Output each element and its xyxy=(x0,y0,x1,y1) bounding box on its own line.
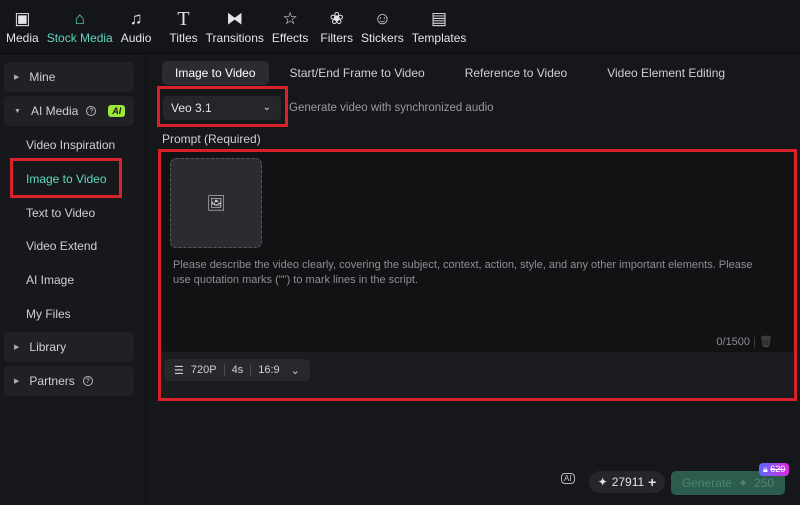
toolbar-effects[interactable]: ☆ Effects xyxy=(272,0,308,53)
tab-start-end-frame[interactable]: Start/End Frame to Video xyxy=(277,61,438,85)
main-panel: Image to Video Start/End Frame to Video … xyxy=(147,55,800,505)
templates-icon: ▤ xyxy=(431,9,448,28)
caret-right-icon: ▶ xyxy=(14,344,20,351)
toolbar-audio[interactable]: ♫ Audio xyxy=(121,0,152,53)
tab-reference-to-video[interactable]: Reference to Video xyxy=(452,61,581,85)
sidebar-library[interactable]: ▶ Library xyxy=(4,332,134,362)
caret-right-icon: ▶ xyxy=(14,378,20,385)
highlight-box xyxy=(10,158,122,198)
toolbar-stock-media[interactable]: ⌂ Stock Media xyxy=(47,0,113,53)
credits-button[interactable]: ✦ 27911 + xyxy=(589,471,665,493)
toolbar-transitions[interactable]: ⧓ Transitions xyxy=(206,0,264,53)
caret-down-icon: ▼ xyxy=(14,107,21,115)
footer: AI ✦ 27911 + Generate ✦ 250 🔒︎ 620 xyxy=(147,463,800,505)
sidebar-item-video-inspiration[interactable]: Video Inspiration xyxy=(26,138,115,152)
filters-icon: ❀ xyxy=(329,9,344,28)
plus-icon: + xyxy=(648,474,657,490)
highlight-box xyxy=(158,149,797,401)
sparkle-icon: ✦ xyxy=(737,476,749,490)
highlight-box xyxy=(157,86,288,127)
sidebar-partners[interactable]: ▶ Partners? xyxy=(4,366,134,396)
caret-right-icon: ▶ xyxy=(14,74,20,81)
transitions-icon: ⧓ xyxy=(226,9,244,28)
toolbar-templates[interactable]: ▤ Templates xyxy=(412,0,467,53)
prompt-label: Prompt (Required) xyxy=(162,132,261,146)
discount-badge: 🔒︎ 620 xyxy=(759,463,790,476)
stock-media-icon: ⌂ xyxy=(74,9,85,28)
stickers-icon: ☺ xyxy=(373,9,392,28)
ai-watermark-icon[interactable]: AI xyxy=(561,473,575,484)
sparkle-icon: ✦ xyxy=(597,475,608,489)
tab-bar: Image to Video Start/End Frame to Video … xyxy=(162,61,746,85)
ai-badge: AI xyxy=(108,105,126,117)
titles-icon: T xyxy=(177,7,190,30)
tab-image-to-video[interactable]: Image to Video xyxy=(162,61,269,85)
model-description: Generate video with synchronized audio xyxy=(289,102,494,114)
toolbar-stickers[interactable]: ☺ Stickers xyxy=(361,0,404,53)
top-toolbar: ▣ Media ⌂ Stock Media ♫ Audio T Titles ⧓ Tran… xyxy=(0,0,800,54)
toolbar-media[interactable]: ▣ Media xyxy=(6,0,39,53)
toolbar-filters[interactable]: ❀ Filters xyxy=(320,0,353,53)
help-icon[interactable]: ? xyxy=(82,376,93,386)
sidebar-ai-media[interactable]: ▼ AI Media? AI xyxy=(4,96,134,126)
sidebar: ▶ Mine ▼ AI Media? AI Video Inspiration Ima… xyxy=(0,55,146,505)
help-icon[interactable]: ? xyxy=(86,106,97,116)
sidebar-mine[interactable]: ▶ Mine xyxy=(4,62,134,92)
sidebar-item-ai-image[interactable]: AI Image xyxy=(26,273,74,287)
sidebar-item-my-files[interactable]: My Files xyxy=(26,307,71,321)
toolbar-titles[interactable]: T Titles xyxy=(169,0,197,53)
sidebar-item-text-to-video[interactable]: Text to Video xyxy=(26,206,95,220)
sidebar-item-video-extend[interactable]: Video Extend xyxy=(26,239,97,253)
media-icon: ▣ xyxy=(14,9,31,28)
tab-video-element-editing[interactable]: Video Element Editing xyxy=(594,61,738,85)
audio-icon: ♫ xyxy=(129,9,143,28)
effects-icon: ☆ xyxy=(282,9,298,28)
